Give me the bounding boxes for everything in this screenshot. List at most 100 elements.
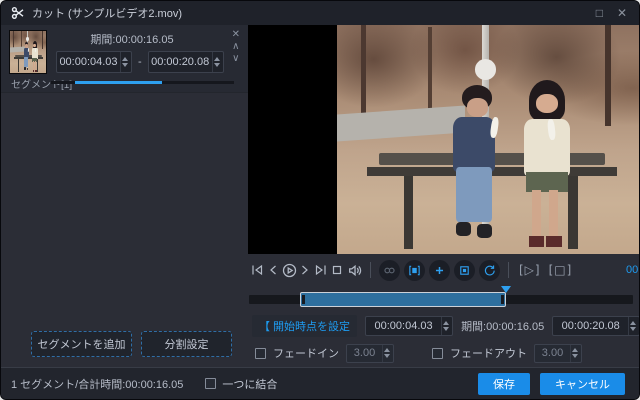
trim-end-spinner[interactable] [628, 316, 639, 335]
fade-in-label: フェードイン [273, 348, 339, 360]
trim-start-spinner[interactable] [441, 316, 452, 335]
stop-button[interactable] [329, 261, 345, 279]
photo-boy-shoe [476, 224, 493, 238]
spin-up-icon[interactable] [384, 348, 390, 352]
segment-thumbnail[interactable] [9, 30, 47, 74]
photo-boy-jeans [24, 57, 29, 68]
photo-boy-jeans [455, 166, 493, 222]
fade-options-row: フェードイン 3.00 フェードアウト 3.00 [248, 339, 639, 367]
trim-end-input[interactable]: 00:00:20.08 [552, 315, 639, 336]
selection-end-handle[interactable] [501, 295, 505, 304]
fade-out-input[interactable]: 3.00 [534, 343, 582, 363]
segment-end-input[interactable]: 00:00:20.08 [147, 51, 224, 73]
trim-end-value: 00:00:20.08 [561, 319, 620, 332]
segment-card[interactable]: 期間:00:00:16.05 00:00:04.03 - 00:00:20.08 [1, 25, 248, 93]
segment-duration-label: 期間:00:00:16.05 [90, 34, 174, 46]
segment-end-spinner[interactable] [211, 52, 223, 72]
preview-segment-play-button[interactable]: [▷] [519, 263, 541, 277]
trim-start-value: 00:00:04.03 [374, 319, 433, 332]
reset-button[interactable] [479, 259, 500, 281]
merge-into-one-label: 一つに結合 [222, 378, 278, 391]
photo-boy-shoe [24, 67, 26, 70]
segment-start-input[interactable]: 00:00:04.03 [56, 51, 132, 73]
fade-in-value: 3.00 [353, 347, 376, 359]
fade-out-spinner[interactable] [570, 344, 581, 362]
photo-tree-trunk [41, 31, 43, 50]
skip-to-start-button[interactable] [249, 261, 265, 279]
photo-boy-face [466, 98, 488, 117]
photo-girl-shoe [546, 235, 562, 248]
photo-girl-leg [548, 189, 558, 241]
photo-sign [26, 37, 29, 42]
spin-up-icon[interactable] [572, 348, 578, 352]
range-dash: - [138, 56, 142, 68]
current-time: 00:00:20.08 [625, 264, 639, 276]
playhead-marker[interactable] [501, 286, 512, 293]
spin-up-icon[interactable] [213, 57, 220, 61]
maximize-button[interactable]: □ [596, 6, 603, 20]
footer-bar: 1 セグメント/合計時間:00:00:16.05 一つに結合 保存 キャンセル [1, 367, 639, 399]
segment-start-value: 00:00:04.03 [59, 56, 118, 68]
timeline-row [248, 286, 639, 312]
spin-down-icon[interactable] [384, 354, 390, 358]
mark-region-button[interactable] [404, 259, 425, 281]
photo-tree-trunk [12, 31, 14, 48]
spin-up-icon[interactable] [630, 320, 637, 325]
preview-segment-stop-button[interactable]: [□] [549, 263, 573, 277]
photo-bench-leg [37, 58, 39, 73]
photo-tree-trunk [428, 27, 432, 110]
photo-bench-leg [403, 176, 413, 250]
add-button[interactable] [429, 259, 450, 281]
spin-down-icon[interactable] [572, 354, 578, 358]
segment-list-panel: 期間:00:00:16.05 00:00:04.03 - 00:00:20.08 [1, 25, 248, 367]
segment-move-up-icon[interactable]: ∧ [232, 41, 239, 52]
spin-down-icon[interactable] [443, 326, 450, 331]
trim-start-input[interactable]: 00:00:04.03 [365, 315, 454, 336]
skip-to-end-button[interactable] [313, 261, 329, 279]
close-button[interactable]: ✕ [617, 6, 627, 20]
timeline-selection[interactable] [300, 292, 507, 307]
segment-start-spinner[interactable] [120, 52, 131, 72]
split-settings-button[interactable]: 分割設定 [141, 331, 232, 357]
crop-button[interactable] [454, 259, 475, 281]
photo-bench-leg [568, 176, 578, 250]
cancel-button[interactable]: キャンセル [540, 372, 625, 395]
divider [508, 262, 509, 278]
fade-out-checkbox[interactable] [432, 347, 443, 359]
fade-out-label: フェードアウト [450, 348, 527, 360]
spin-down-icon[interactable] [213, 63, 220, 67]
volume-icon[interactable] [345, 261, 364, 279]
timeline-track[interactable] [249, 286, 633, 307]
scissors-icon [11, 6, 25, 20]
step-forward-button[interactable] [297, 261, 313, 279]
photo-girl-face [535, 93, 559, 114]
video-frame[interactable] [336, 25, 639, 254]
photo-girl-leg [531, 189, 541, 241]
segment-remove-icon[interactable]: ✕ [232, 29, 240, 40]
link-segments-button[interactable] [379, 259, 400, 281]
spin-up-icon[interactable] [122, 57, 128, 61]
segment-move-down-icon[interactable]: ∨ [232, 53, 239, 64]
fade-in-spinner[interactable] [382, 344, 393, 362]
merge-into-one-checkbox[interactable] [205, 378, 217, 389]
step-back-button[interactable] [265, 261, 281, 279]
title-bar: カット (サンプルビデオ2.mov) □ ✕ [1, 1, 639, 25]
segment-mini-selection [75, 81, 162, 84]
preview-column: [▷] [□] 00:00:20.08/00:00:30.01 【 開 [248, 25, 639, 367]
fade-in-checkbox[interactable] [255, 347, 266, 359]
selection-start-handle[interactable] [302, 295, 306, 304]
photo-girl-shoe [34, 69, 37, 72]
spin-down-icon[interactable] [630, 326, 637, 331]
save-button[interactable]: 保存 [478, 372, 530, 395]
add-segment-button[interactable]: セグメントを追加 [31, 331, 132, 357]
playback-time: 00:00:20.08/00:00:30.01 [625, 264, 639, 276]
spin-down-icon[interactable] [122, 63, 128, 67]
set-start-point-button[interactable]: 【 開始時点を設定 [252, 314, 358, 337]
play-button[interactable] [281, 261, 297, 279]
video-preview-area [248, 25, 639, 254]
trim-duration-label: 期間:00:00:16.05 [461, 320, 545, 333]
fade-in-input[interactable]: 3.00 [346, 343, 394, 363]
transport-bar: [▷] [□] 00:00:20.08/00:00:30.01 [248, 254, 639, 286]
photo-bench-leg [17, 58, 19, 73]
spin-up-icon[interactable] [443, 320, 450, 325]
